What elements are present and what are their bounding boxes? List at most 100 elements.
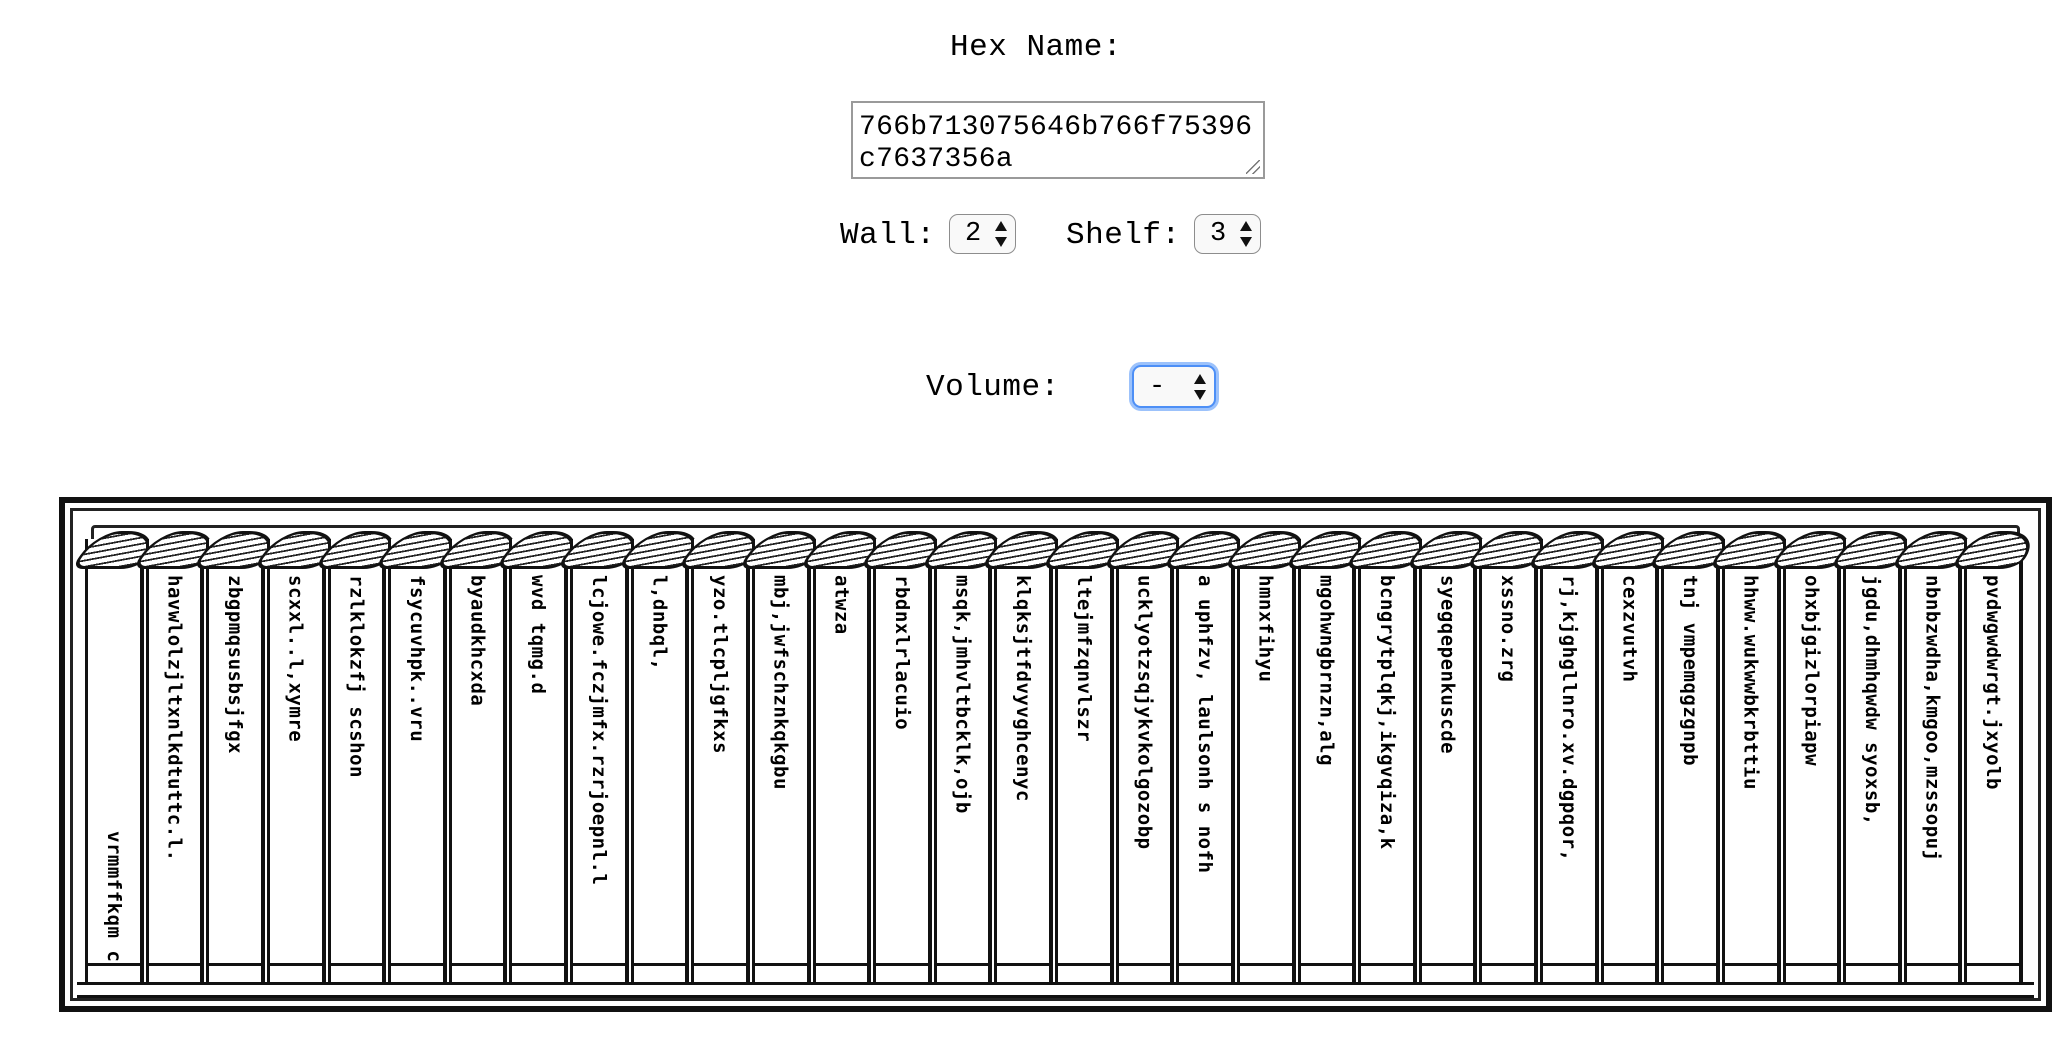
book-base — [1603, 963, 1656, 982]
book-base — [694, 963, 746, 982]
book-base — [148, 963, 201, 982]
book-spine[interactable]: ltejmfzqnvlszr — [1040, 531, 1135, 982]
book-spine[interactable]: klqksjtfdvyvghcenyc — [980, 531, 1075, 982]
book-spine-area: ohxbjgizlorpiapw — [1786, 575, 1838, 962]
book-spine[interactable]: mbj,jwfschznkqkgbu — [737, 531, 832, 982]
book-spine[interactable]: havwlolzjltxnlkdtuttc.l. — [131, 531, 226, 982]
book-base — [633, 963, 686, 982]
wall-select[interactable]: 2 — [949, 214, 1016, 254]
book-title: ltejmfzqnvlszr — [1072, 575, 1095, 743]
book-base — [1543, 963, 1595, 982]
book-spine-area: nbnbzwdha,kmgoo,mzssopuj — [1907, 575, 1959, 962]
book-base — [512, 963, 564, 982]
book-spine[interactable]: hhww.wukwwbkrbttiu — [1707, 531, 1802, 982]
book-spine[interactable]: syegqepenkuscde — [1404, 531, 1499, 982]
shelf-select-value: 3 — [1210, 219, 1227, 249]
book-spine[interactable]: vrmmffkqm c — [70, 531, 165, 982]
book-spine[interactable]: msqk,jmhvltbcklk,ojb — [919, 531, 1014, 982]
book-spine[interactable]: byaudkhcxda — [434, 531, 529, 982]
book-spine-area: cexzvutvh — [1604, 575, 1656, 962]
book-spine[interactable]: cexzvutvh — [1586, 531, 1681, 982]
hex-name-label: Hex Name: — [950, 30, 1122, 65]
book-base — [997, 963, 1049, 982]
book-spine[interactable]: ucklyotzsqjykvkolgozobp — [1101, 531, 1196, 982]
stepper-arrows-icon — [1194, 373, 1206, 400]
book-spine[interactable]: pvdwgwdwrgt.jxyolb — [1950, 531, 2045, 982]
book-base — [1421, 963, 1474, 982]
book-base — [1724, 963, 1777, 982]
stepper-arrows-icon — [995, 221, 1007, 247]
book-base — [573, 963, 625, 982]
book-title: klqksjtfdvyvghcenyc — [1012, 575, 1035, 802]
book-spine-area: wvd tqmg.d — [512, 575, 564, 962]
book-base — [1300, 963, 1353, 982]
book-title: rzlklokzfj scshon — [345, 575, 368, 778]
book-title: fsycuvhpk..vru — [405, 575, 428, 743]
book-title: ohxbjgizlorpiapw — [1800, 575, 1823, 767]
book-spine[interactable]: rbdnxlrlacuio — [858, 531, 954, 982]
book-spine[interactable]: l,dnbql, — [616, 531, 711, 982]
book-title: jgdu,dhmhqwdw syoxsb, — [1860, 575, 1883, 826]
book-title: l,dnbql, — [648, 575, 671, 671]
book-title: lcjowe.fczjmfx.rzrjoepnl.l — [587, 575, 610, 886]
book-spine-area: havwlolzjltxnlkdtuttc.l. — [149, 575, 201, 962]
book-spine[interactable]: fsycuvhpk..vru — [373, 531, 469, 982]
hex-name-textarea[interactable]: 766b713075646b766f75396c7637356a — [851, 101, 1265, 179]
book-title: tnj vmpemqgzgnpb — [1679, 575, 1702, 767]
book-title: vrmmffkqm c — [102, 830, 125, 962]
book-spine-area: jgdu,dhmhqwdw syoxsb, — [1846, 575, 1898, 962]
book-spine[interactable]: hmnxfihyu — [1222, 531, 1317, 982]
wall-label: Wall: — [840, 218, 936, 253]
book-spine[interactable]: nbnbzwdha,kmgoo,mzssopuj — [1889, 531, 1984, 982]
book-spine-area: a uphfzv, laulsonh s nofh — [1179, 575, 1231, 962]
book-spine-area: hhww.wukwwbkrbttiu — [1725, 575, 1777, 962]
book-spine[interactable]: zbgpmqsusbsjfgx — [191, 531, 287, 982]
book-spine[interactable]: rzlklokzfj scshon — [313, 531, 408, 982]
wall-select-value: 2 — [965, 219, 982, 249]
book-spine-area: rbdnxlrlacuio — [876, 575, 928, 962]
book-row: vrmmffkqm c havwlolzjltxnlkdtuttc.l. zbgpm… — [70, 531, 2045, 982]
book-spine-area: lcjowe.fczjmfx.rzrjoepnl.l — [573, 575, 625, 962]
book-spine[interactable]: lcjowe.fczjmfx.rzrjoepnl.l — [555, 531, 650, 982]
book-spine[interactable]: tnj vmpemqgzgnpb — [1646, 531, 1742, 982]
book-base — [88, 963, 140, 982]
book-base — [269, 963, 322, 982]
book-base — [1967, 963, 2019, 982]
book-spine-area: mbj,jwfschznkqkgbu — [755, 575, 807, 962]
book-title: havwlolzjltxnlkdtuttc.l. — [163, 575, 186, 862]
book-spine[interactable]: scxxl..l,xymre — [252, 531, 347, 982]
resize-grip-icon[interactable] — [1246, 160, 1260, 174]
book-spine[interactable]: wvd tqmg.d — [495, 531, 590, 982]
shelf-label: Shelf: — [1066, 218, 1181, 253]
book-spine[interactable]: a uphfzv, laulsonh s nofh — [1161, 531, 1257, 982]
book-spine[interactable]: yzo.tlcpljgfkxs — [676, 531, 772, 982]
book-title: yzo.tlcpljgfkxs — [709, 575, 732, 755]
book-spine[interactable]: rj,kjghgllnro.xv.dgpqor, — [1525, 531, 1620, 982]
book-base — [754, 963, 807, 982]
book-spine[interactable]: ohxbjgizlorpiapw — [1768, 531, 1863, 982]
book-spine-area: tnj vmpemqgzgnpb — [1664, 575, 1716, 962]
stepper-arrows-icon — [1240, 221, 1252, 247]
book-spine[interactable]: bcngrytplqkj,ikgvqiza,k — [1343, 531, 1439, 982]
book-title: xssno.zrg — [1497, 575, 1520, 683]
book-spine[interactable]: xssno.zrg — [1465, 531, 1560, 982]
volume-select[interactable]: - — [1132, 365, 1216, 408]
book-spine-area: xssno.zrg — [1482, 575, 1534, 962]
book-title: wvd tqmg.d — [527, 575, 550, 695]
book-spine-area: yzo.tlcpljgfkxs — [694, 575, 746, 962]
book-spine[interactable]: jgdu,dhmhqwdw syoxsb, — [1828, 531, 1924, 982]
shelf-select[interactable]: 3 — [1194, 214, 1261, 254]
book-spine[interactable]: atwza — [798, 531, 893, 982]
book-title: zbgpmqsusbsjfgx — [224, 575, 247, 755]
book-spine-area: syegqepenkuscde — [1422, 575, 1474, 962]
book-spine-area: fsycuvhpk..vru — [391, 575, 443, 962]
book-base — [330, 963, 383, 982]
book-base — [1118, 963, 1171, 982]
book-spine[interactable]: mgohwngbrnzn,alg — [1283, 531, 1378, 982]
book-spine-area: l,dnbql, — [634, 575, 686, 962]
book-title: pvdwgwdwrgt.jxyolb — [1982, 575, 2005, 790]
book-base — [1846, 963, 1898, 982]
book-base — [936, 963, 989, 982]
book-title: ucklyotzsqjykvkolgozobp — [1133, 575, 1156, 850]
bookshelf: vrmmffkqm c havwlolzjltxnlkdtuttc.l. zbgpm… — [59, 497, 2052, 1012]
